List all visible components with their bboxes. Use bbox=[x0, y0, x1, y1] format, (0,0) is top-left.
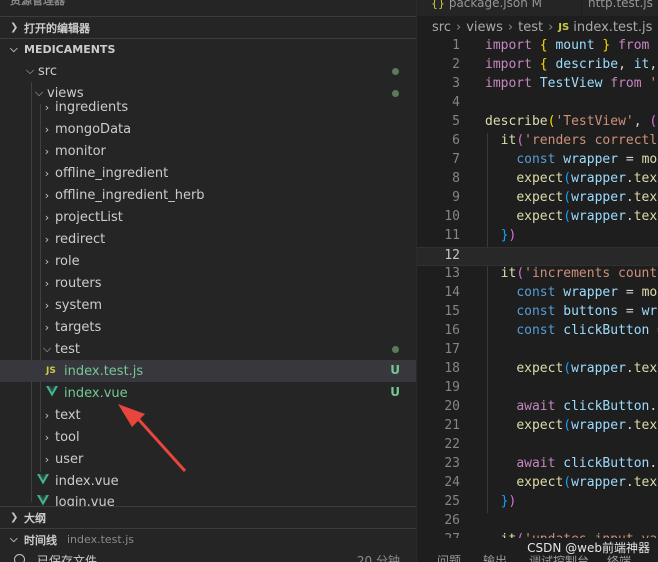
code-line: 27 it('updates input val bbox=[417, 532, 658, 538]
code-line: 16 const clickButton = bbox=[417, 323, 658, 342]
line-number: 16 bbox=[444, 323, 460, 338]
line-number: 22 bbox=[444, 437, 460, 452]
line-number: 15 bbox=[444, 304, 460, 319]
code-line: 24 expect(wrapper.text bbox=[417, 475, 658, 494]
code-line: 15 const buttons = wra bbox=[417, 304, 658, 323]
line-number: 18 bbox=[444, 361, 460, 376]
breadcrumb-item[interactable]: views bbox=[466, 20, 503, 35]
line-number: 12 bbox=[444, 248, 460, 263]
json-file-icon: {} bbox=[431, 0, 445, 10]
code-line: 13 it('increments count bbox=[417, 266, 658, 285]
line-number: 8 bbox=[452, 171, 460, 186]
code-line: 3import TestView from '. bbox=[417, 76, 658, 95]
code-line: 8 expect(wrapper.text bbox=[417, 171, 658, 190]
line-number: 1 bbox=[452, 38, 460, 53]
line-number: 21 bbox=[444, 418, 460, 433]
line-number: 9 bbox=[452, 190, 460, 205]
code-line: 14 const wrapper = mou bbox=[417, 285, 658, 304]
chevron-right-icon: › bbox=[507, 19, 514, 35]
code-line: 6 it('renders correctly bbox=[417, 133, 658, 152]
code-line: 26 bbox=[417, 513, 658, 532]
indent-guide bbox=[487, 133, 488, 247]
chevron-right-icon: › bbox=[548, 19, 554, 35]
indent-guide bbox=[487, 266, 488, 513]
tab-package-json[interactable]: {} package.json M bbox=[431, 0, 542, 16]
code-line: 22 bbox=[417, 437, 658, 456]
code-line: 19 bbox=[417, 380, 658, 399]
line-number: 2 bbox=[452, 57, 460, 72]
line-number: 13 bbox=[444, 266, 460, 281]
breadcrumb-item[interactable]: src bbox=[432, 20, 451, 35]
line-number: 5 bbox=[452, 114, 460, 129]
line-number: 24 bbox=[444, 475, 460, 490]
tab-label: package.json M bbox=[448, 0, 543, 10]
code-line: 9 expect(wrapper.text bbox=[417, 190, 658, 209]
chevron-right-icon: › bbox=[455, 19, 462, 35]
line-number: 14 bbox=[444, 285, 460, 300]
line-number: 10 bbox=[444, 209, 460, 224]
code-line: 20 await clickButton.t bbox=[417, 399, 658, 418]
line-number: 26 bbox=[444, 513, 460, 528]
line-number: 25 bbox=[444, 494, 460, 509]
line-number: 3 bbox=[452, 76, 460, 91]
line-number: 23 bbox=[444, 456, 460, 471]
line-number: 17 bbox=[444, 342, 460, 357]
breadcrumb: src › views › test › JS index.test.js bbox=[417, 16, 658, 38]
code-line: 1 import { mount } from bbox=[417, 38, 658, 57]
code-line: 7 const wrapper = mou bbox=[417, 152, 658, 171]
line-number: 7 bbox=[452, 152, 460, 167]
code-line: 10 expect(wrapper.text bbox=[417, 209, 658, 228]
line-number: 20 bbox=[444, 399, 460, 414]
line-number: 6 bbox=[452, 133, 460, 148]
code-line: 17 bbox=[417, 342, 658, 361]
tab-label: http.test.js bbox=[588, 0, 653, 10]
watermark: CSDN @web前端神器 bbox=[525, 539, 652, 556]
code-line: 23 await clickButton.t bbox=[417, 456, 658, 475]
breadcrumb-item[interactable]: test bbox=[518, 20, 543, 35]
code-line: 25 }) bbox=[417, 494, 658, 513]
tab-problems[interactable]: 问题 bbox=[437, 552, 461, 562]
code-line: 2 import { describe, it, bbox=[417, 57, 658, 76]
code-line: 5describe('TestView', () bbox=[417, 114, 658, 133]
tab-http-test-js[interactable]: http.test.js bbox=[581, 0, 653, 16]
code-line: 21 expect(wrapper.text bbox=[417, 418, 658, 437]
code-line-current: 12 bbox=[417, 247, 658, 266]
code-line: 18 expect(wrapper.text bbox=[417, 361, 658, 380]
line-number: 4 bbox=[452, 95, 460, 110]
tab-output[interactable]: 输出 bbox=[483, 552, 507, 562]
code-line: 11 }) bbox=[417, 228, 658, 247]
annotation-arrow-icon bbox=[118, 404, 187, 473]
line-number: 27 bbox=[417, 532, 460, 538]
editor-tab-bar: {} package.json M http.test.js bbox=[417, 0, 658, 16]
code-editor[interactable]: 1 import { mount } from 2 import { describ… bbox=[417, 38, 658, 538]
line-number: 19 bbox=[444, 380, 460, 395]
line-number: 11 bbox=[444, 228, 460, 243]
breadcrumb-item[interactable]: index.test.js bbox=[573, 20, 652, 35]
code-line: 4 bbox=[417, 95, 658, 114]
javascript-file-icon: JS bbox=[558, 21, 570, 33]
